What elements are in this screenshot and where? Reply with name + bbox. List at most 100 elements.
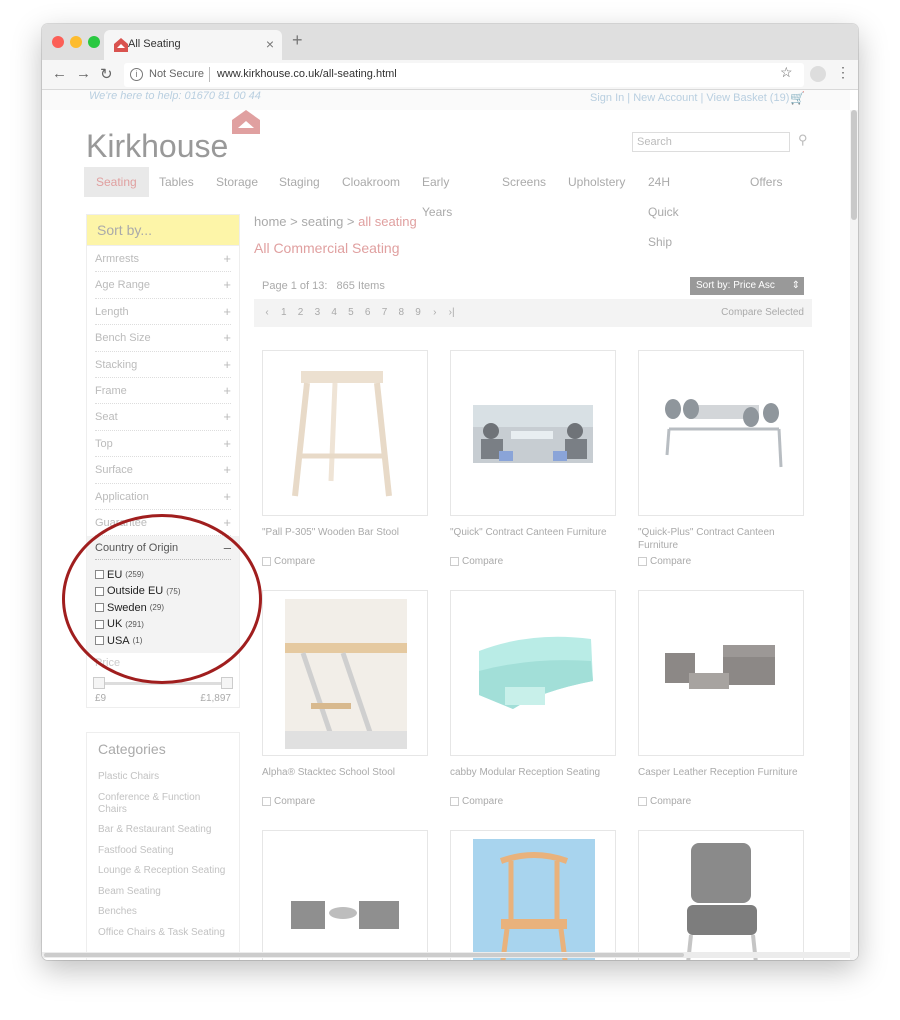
product-image[interactable] bbox=[450, 590, 616, 756]
nav-item-offers[interactable]: Offers bbox=[738, 167, 794, 197]
expand-plus-icon[interactable]: + bbox=[223, 246, 231, 272]
tab-close-icon[interactable]: × bbox=[266, 36, 274, 52]
page-link[interactable]: 3 bbox=[310, 299, 324, 327]
nav-item-early-years[interactable]: Early Years bbox=[410, 167, 464, 219]
expand-plus-icon[interactable]: + bbox=[223, 457, 231, 483]
checkbox[interactable] bbox=[638, 557, 647, 566]
page-link[interactable]: 2 bbox=[294, 299, 308, 327]
filter-seat[interactable]: Seat + bbox=[95, 404, 231, 431]
view-basket-link[interactable]: View Basket (19) bbox=[706, 92, 789, 104]
nav-item-screens[interactable]: Screens bbox=[490, 167, 558, 197]
filter-stacking[interactable]: Stacking + bbox=[95, 352, 231, 378]
category-link[interactable]: Bar & Restaurant Seating bbox=[98, 824, 228, 836]
product-image[interactable] bbox=[262, 350, 428, 516]
nav-item-staging[interactable]: Staging bbox=[267, 167, 332, 197]
nav-item-quick-ship[interactable]: 24H Quick Ship bbox=[636, 167, 691, 249]
expand-plus-icon[interactable]: + bbox=[223, 272, 231, 298]
product-name[interactable]: cabby Modular Reception Seating bbox=[450, 766, 618, 792]
origin-option-eu[interactable]: EU (259) bbox=[95, 566, 231, 583]
next-page-icon[interactable]: › bbox=[428, 299, 442, 327]
info-icon[interactable]: i bbox=[130, 68, 143, 81]
expand-plus-icon[interactable]: + bbox=[223, 299, 231, 325]
category-link[interactable]: Conference & Function Chairs bbox=[98, 792, 228, 816]
product-image[interactable] bbox=[450, 830, 616, 960]
product-name[interactable]: "Quick-Plus" Contract Canteen Furniture bbox=[638, 526, 806, 552]
checkbox[interactable] bbox=[95, 570, 104, 580]
page-link[interactable]: 8 bbox=[394, 299, 408, 327]
category-link[interactable]: Benches bbox=[98, 906, 228, 918]
crumb-seating[interactable]: seating bbox=[301, 214, 343, 229]
category-link[interactable]: Fastfood Seating bbox=[98, 845, 228, 857]
site-logo[interactable]: Kirkhouse bbox=[86, 128, 228, 165]
expand-plus-icon[interactable]: + bbox=[223, 404, 231, 430]
scroll-thumb[interactable] bbox=[851, 110, 857, 220]
crumb-home[interactable]: home bbox=[254, 214, 287, 229]
checkbox[interactable] bbox=[95, 636, 104, 646]
reload-icon[interactable]: ↻ bbox=[100, 65, 113, 83]
origin-option-outside-eu[interactable]: Outside EU (75) bbox=[95, 583, 231, 600]
product-image[interactable] bbox=[638, 590, 804, 756]
checkbox[interactable] bbox=[450, 557, 459, 566]
horizontal-scrollbar[interactable] bbox=[42, 952, 850, 958]
prev-page-icon[interactable]: ‹ bbox=[260, 299, 274, 327]
compare-checkbox[interactable]: Compare bbox=[262, 556, 430, 567]
expand-plus-icon[interactable]: + bbox=[223, 484, 231, 510]
nav-item-tables[interactable]: Tables bbox=[147, 167, 206, 197]
new-account-link[interactable]: New Account bbox=[633, 92, 697, 104]
nav-item-storage[interactable]: Storage bbox=[204, 167, 270, 197]
page-link[interactable]: 4 bbox=[327, 299, 341, 327]
filter-age-range[interactable]: Age Range + bbox=[95, 272, 231, 299]
category-link[interactable]: Lounge & Reception Seating bbox=[98, 865, 228, 877]
category-link[interactable]: Beam Seating bbox=[98, 886, 228, 898]
origin-option-usa[interactable]: USA (1) bbox=[95, 633, 231, 650]
product-image[interactable] bbox=[262, 590, 428, 756]
page-link[interactable]: 1 bbox=[277, 299, 291, 327]
compare-selected-link[interactable]: Compare Selected bbox=[721, 299, 804, 327]
nav-item-seating[interactable]: Seating bbox=[84, 167, 149, 197]
product-name[interactable]: Casper Leather Reception Furniture bbox=[638, 766, 806, 792]
page-link[interactable]: 6 bbox=[361, 299, 375, 327]
filter-application[interactable]: Application + bbox=[95, 484, 231, 510]
filter-length[interactable]: Length + bbox=[95, 299, 231, 326]
slider-min-handle[interactable] bbox=[93, 677, 105, 690]
page-link[interactable]: 5 bbox=[344, 299, 358, 327]
collapse-minus-icon[interactable]: – bbox=[224, 536, 231, 560]
origin-option-uk[interactable]: UK (291) bbox=[95, 616, 231, 633]
expand-plus-icon[interactable]: + bbox=[223, 352, 231, 378]
browser-menu-icon[interactable]: ⋮ bbox=[836, 64, 850, 81]
profile-avatar-icon[interactable] bbox=[810, 66, 826, 82]
last-page-icon[interactable]: ›| bbox=[445, 299, 459, 327]
maximize-window-button[interactable] bbox=[88, 36, 100, 48]
compare-checkbox[interactable]: Compare bbox=[262, 796, 430, 807]
forward-arrow-icon[interactable]: → bbox=[76, 65, 91, 82]
filter-frame[interactable]: Frame + bbox=[95, 378, 231, 405]
expand-plus-icon[interactable]: + bbox=[223, 325, 231, 351]
price-range-slider[interactable] bbox=[93, 675, 233, 691]
checkbox[interactable] bbox=[638, 797, 647, 806]
browser-tab[interactable]: All Seating × bbox=[104, 30, 282, 60]
price-filter-header[interactable]: Price bbox=[95, 653, 231, 675]
checkbox[interactable] bbox=[95, 586, 104, 596]
sort-select[interactable]: Sort by: Price Asc ⇕ bbox=[690, 277, 804, 295]
filter-top[interactable]: Top + bbox=[95, 431, 231, 458]
sign-in-link[interactable]: Sign In bbox=[590, 92, 624, 104]
checkbox[interactable] bbox=[95, 603, 104, 613]
nav-item-upholstery[interactable]: Upholstery bbox=[556, 167, 637, 197]
compare-checkbox[interactable]: Compare bbox=[638, 556, 806, 567]
url-text[interactable]: www.kirkhouse.co.uk/all-seating.html bbox=[217, 68, 397, 80]
close-window-button[interactable] bbox=[52, 36, 64, 48]
slider-max-handle[interactable] bbox=[221, 677, 233, 690]
cart-icon[interactable]: 🛒 bbox=[790, 91, 805, 105]
filter-surface[interactable]: Surface + bbox=[95, 457, 231, 484]
filter-armrests[interactable]: Armrests + bbox=[95, 246, 231, 273]
country-of-origin-header[interactable]: Country of Origin – bbox=[95, 536, 231, 561]
new-tab-button[interactable]: + bbox=[292, 30, 303, 51]
vertical-scrollbar[interactable] bbox=[850, 110, 858, 960]
page-link[interactable]: 9 bbox=[411, 299, 425, 327]
filter-bench-size[interactable]: Bench Size + bbox=[95, 325, 231, 352]
checkbox[interactable] bbox=[95, 619, 104, 629]
product-name[interactable]: Alpha® Stacktec School Stool bbox=[262, 766, 430, 792]
compare-checkbox[interactable]: Compare bbox=[638, 796, 806, 807]
nav-item-cloakroom[interactable]: Cloakroom bbox=[330, 167, 412, 197]
filter-guarantee[interactable]: Guarantee + bbox=[95, 510, 231, 537]
